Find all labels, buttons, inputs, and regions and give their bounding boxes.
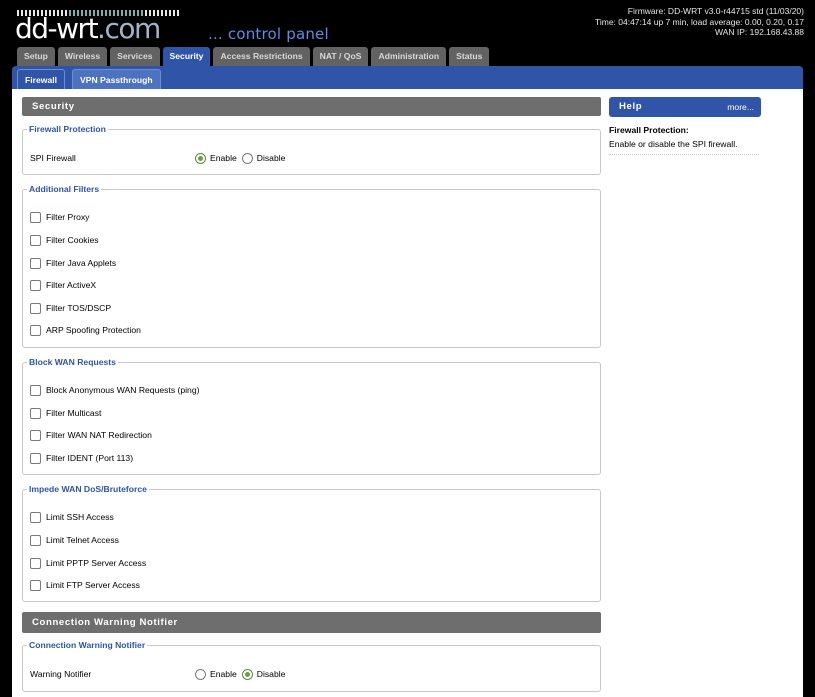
legend-impede-wan: Impede WAN DoS/Bruteforce	[29, 484, 147, 494]
right-edge	[803, 89, 815, 697]
filter-proxy-label: Filter Proxy	[46, 212, 90, 222]
tab-security[interactable]: Security	[162, 47, 211, 66]
spi-enable-option[interactable]: Enable	[195, 152, 237, 164]
legend-block-wan: Block WAN Requests	[29, 357, 116, 367]
limit-ftp-row[interactable]: Limit FTP Server Access	[30, 578, 140, 592]
filter-java-label: Filter Java Applets	[46, 258, 117, 268]
notifier-disable-label: Disable	[256, 669, 286, 679]
tab-nat-qos[interactable]: NAT / QoS	[312, 47, 369, 66]
legend-notifier: Connection Warning Notifier	[29, 640, 146, 650]
filter-multicast-row[interactable]: Filter Multicast	[30, 406, 101, 420]
arp-spoofing-checkbox[interactable]	[30, 324, 41, 336]
help-title: Help	[619, 101, 643, 112]
filter-nat-redirection-label: Filter WAN NAT Redirection	[46, 430, 152, 440]
tab-administration[interactable]: Administration	[371, 47, 447, 66]
limit-pptp-row[interactable]: Limit PPTP Server Access	[30, 556, 146, 570]
filter-multicast-checkbox[interactable]	[30, 407, 41, 419]
help-header: Help more...	[609, 97, 761, 117]
spi-disable-radio[interactable]	[241, 152, 253, 164]
filter-ident-checkbox[interactable]	[30, 452, 41, 464]
tab-services[interactable]: Services	[110, 47, 160, 66]
fieldset-block-wan: Block WAN Requests Block Anonymous WAN R…	[22, 357, 601, 475]
main-tabs: Setup Wireless Services Security Access …	[17, 47, 490, 66]
filter-proxy-row[interactable]: Filter Proxy	[30, 210, 89, 224]
tab-setup[interactable]: Setup	[17, 47, 55, 66]
help-heading: Firewall Protection:	[609, 125, 689, 135]
limit-ssh-row[interactable]: Limit SSH Access	[30, 510, 114, 524]
tab-status[interactable]: Status	[449, 47, 490, 66]
filter-cookies-checkbox[interactable]	[30, 234, 41, 246]
spi-enable-label: Enable	[210, 153, 237, 163]
filter-activex-checkbox[interactable]	[30, 279, 41, 291]
subtab-vpn-passthrough[interactable]: VPN Passthrough	[72, 69, 161, 89]
content-area: Security Firewall Protection SPI Firewal…	[12, 89, 803, 697]
help-more-link[interactable]: more...	[727, 97, 754, 117]
notifier-disable-radio[interactable]	[241, 668, 253, 680]
fieldset-additional-filters: Additional Filters Filter Proxy Filter C…	[22, 184, 601, 348]
filter-activex-row[interactable]: Filter ActiveX	[30, 278, 96, 292]
limit-ftp-label: Limit FTP Server Access	[46, 580, 140, 590]
filter-nat-redirection-row[interactable]: Filter WAN NAT Redirection	[30, 428, 152, 442]
uptime: Time: 04:47:14 up 7 min, load average: 0…	[594, 16, 804, 27]
filter-cookies-label: Filter Cookies	[46, 235, 99, 245]
filter-tos-checkbox[interactable]	[30, 302, 41, 314]
subtab-bar: Firewall VPN Passthrough	[12, 66, 803, 89]
tab-wireless[interactable]: Wireless	[57, 47, 108, 66]
limit-pptp-label: Limit PPTP Server Access	[46, 558, 147, 568]
filter-cookies-row[interactable]: Filter Cookies	[30, 233, 99, 247]
limit-ssh-label: Limit SSH Access	[46, 512, 114, 522]
filter-java-row[interactable]: Filter Java Applets	[30, 256, 116, 270]
filter-java-checkbox[interactable]	[30, 257, 41, 269]
block-ping-row[interactable]: Block Anonymous WAN Requests (ping)	[30, 383, 199, 397]
warning-notifier-label: Warning Notifier	[30, 669, 92, 679]
filter-activex-label: Filter ActiveX	[46, 280, 97, 290]
notifier-disable-option[interactable]: Disable	[241, 668, 286, 680]
arp-spoofing-label: ARP Spoofing Protection	[46, 325, 141, 335]
notifier-enable-radio[interactable]	[195, 668, 206, 680]
notifier-enable-option[interactable]: Enable	[195, 668, 237, 680]
firmware-info: Firmware: DD-WRT v3.0-r44715 std (11/03/…	[595, 6, 804, 38]
filter-nat-redirection-checkbox[interactable]	[30, 429, 41, 441]
spi-disable-option[interactable]: Disable	[241, 152, 286, 164]
legend-additional-filters: Additional Filters	[29, 184, 100, 194]
block-ping-label: Block Anonymous WAN Requests (ping)	[46, 385, 200, 395]
fieldset-firewall-protection: Firewall Protection SPI Firewall Enable …	[22, 124, 601, 175]
filter-ident-row[interactable]: Filter IDENT (Port 113)	[30, 451, 133, 465]
legend-firewall-protection: Firewall Protection	[29, 124, 106, 134]
section-title-notifier: Connection Warning Notifier	[22, 612, 601, 633]
spi-firewall-row: SPI Firewall Enable Disable	[30, 151, 590, 165]
fieldset-impede-wan: Impede WAN DoS/Bruteforce Limit SSH Acce…	[22, 484, 601, 602]
arp-spoofing-row[interactable]: ARP Spoofing Protection	[30, 323, 141, 337]
limit-telnet-checkbox[interactable]	[30, 534, 41, 546]
filter-tos-label: Filter TOS/DSCP	[46, 303, 112, 313]
limit-pptp-checkbox[interactable]	[30, 557, 41, 569]
wan-ip: WAN IP: 192.168.43.88	[715, 27, 804, 37]
filter-ident-label: Filter IDENT (Port 113)	[46, 453, 134, 463]
spi-enable-radio[interactable]	[195, 152, 206, 164]
spi-firewall-label: SPI Firewall	[30, 153, 76, 163]
warning-notifier-row: Warning Notifier Enable Disable	[30, 667, 590, 681]
logo: dd-wrt.com	[15, 12, 161, 45]
tab-access-restrictions[interactable]: Access Restrictions	[213, 47, 310, 66]
firmware-version: Firmware: DD-WRT v3.0-r44715 std (11/03/…	[627, 6, 804, 16]
subtab-firewall[interactable]: Firewall	[17, 69, 65, 89]
limit-telnet-row[interactable]: Limit Telnet Access	[30, 533, 119, 547]
fieldset-notifier: Connection Warning Notifier Warning Noti…	[22, 640, 601, 692]
limit-ftp-checkbox[interactable]	[30, 579, 41, 591]
filter-proxy-checkbox[interactable]	[30, 211, 41, 223]
section-title-security: Security	[22, 97, 601, 116]
help-text: Enable or disable the SPI firewall.	[609, 139, 759, 155]
filter-multicast-label: Filter Multicast	[46, 408, 102, 418]
notifier-enable-label: Enable	[210, 669, 237, 679]
limit-ssh-checkbox[interactable]	[30, 511, 41, 523]
filter-tos-row[interactable]: Filter TOS/DSCP	[30, 301, 111, 315]
block-ping-checkbox[interactable]	[30, 384, 41, 396]
tagline: ... control panel	[208, 25, 329, 43]
spi-disable-label: Disable	[256, 153, 286, 163]
limit-telnet-label: Limit Telnet Access	[46, 535, 119, 545]
